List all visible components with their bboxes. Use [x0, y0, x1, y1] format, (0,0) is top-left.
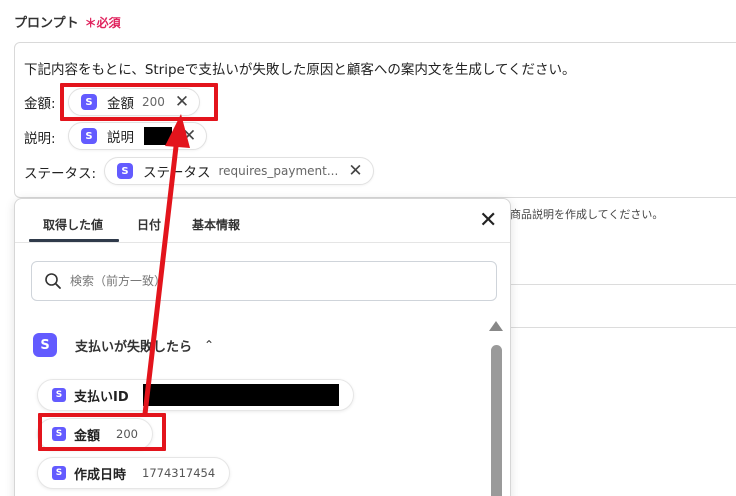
- group-payment-failed[interactable]: S 支払いが失敗したら ⌃: [33, 333, 214, 357]
- variable-picker-panel: 取得した値 日付 基本情報 ✕ S 支払いが失敗したら ⌃ S 支払いID S …: [14, 198, 511, 496]
- list-item-amount[interactable]: S 金額 200: [37, 418, 153, 450]
- stripe-s-icon: S: [117, 163, 133, 179]
- divider: [510, 327, 736, 328]
- search-icon: [45, 273, 61, 289]
- close-icon[interactable]: ✕: [348, 162, 362, 180]
- variable-chip-status[interactable]: S ステータス requires_payment... ✕: [104, 157, 374, 185]
- chip-label: ステータス: [143, 165, 211, 181]
- redacted-block: [142, 384, 339, 406]
- tab-fetched-values[interactable]: 取得した値: [43, 216, 103, 233]
- scroll-up-arrow[interactable]: [489, 321, 503, 331]
- item-label: 金額: [74, 428, 101, 444]
- variable-chip-description[interactable]: S 説明 ✕: [68, 122, 208, 150]
- row-label-description: 説明:: [24, 131, 56, 147]
- field-label: プロンプト ＊必須: [14, 12, 121, 31]
- close-icon[interactable]: ✕: [182, 127, 196, 145]
- tab-date[interactable]: 日付: [137, 216, 161, 233]
- search-field[interactable]: [31, 261, 497, 301]
- close-icon[interactable]: ✕: [479, 210, 497, 232]
- field-label-text: プロンプト: [14, 16, 79, 31]
- chip-value: requires_payment...: [218, 164, 339, 178]
- stripe-s-icon: S: [81, 128, 97, 144]
- chip-label: 金額: [107, 96, 134, 112]
- list-item-created-at[interactable]: S 作成日時 1774317454: [37, 457, 231, 489]
- row-label-amount: 金額:: [24, 96, 56, 112]
- divider: [510, 284, 736, 285]
- stripe-s-icon: S: [33, 333, 57, 357]
- chip-label: 説明: [107, 130, 134, 146]
- variable-chip-amount[interactable]: S 金額 200 ✕: [68, 88, 201, 116]
- background-text: 商品説明を作成してください。: [510, 208, 664, 221]
- prompt-text: 下記内容をもとに、Stripeで支払いが失敗した原因と顧客への案内文を生成してく…: [24, 62, 576, 78]
- active-tab-indicator: [29, 239, 119, 242]
- redacted-block: [144, 127, 172, 145]
- stripe-s-icon: S: [52, 388, 66, 402]
- item-label: 作成日時: [74, 467, 127, 483]
- chevron-up-icon[interactable]: ⌃: [204, 338, 214, 352]
- chip-value: 200: [142, 95, 165, 109]
- stripe-s-icon: S: [81, 94, 97, 110]
- row-label-status: ステータス:: [24, 166, 97, 182]
- scrollbar-thumb[interactable]: [491, 345, 502, 496]
- search-input[interactable]: [70, 274, 450, 288]
- close-icon[interactable]: ✕: [175, 93, 189, 111]
- list-item-payment-id[interactable]: S 支払いID: [37, 379, 354, 411]
- stripe-s-icon: S: [52, 466, 66, 480]
- item-label: 支払いID: [74, 389, 129, 405]
- stripe-s-icon: S: [52, 427, 66, 441]
- panel-tabs: 取得した値 日付 基本情報: [15, 199, 510, 243]
- group-title: 支払いが失敗したら: [75, 339, 193, 355]
- item-value: 200: [116, 427, 138, 441]
- required-mark: ＊必須: [84, 16, 121, 30]
- tab-basic-info[interactable]: 基本情報: [192, 216, 240, 233]
- item-value: 1774317454: [142, 466, 216, 480]
